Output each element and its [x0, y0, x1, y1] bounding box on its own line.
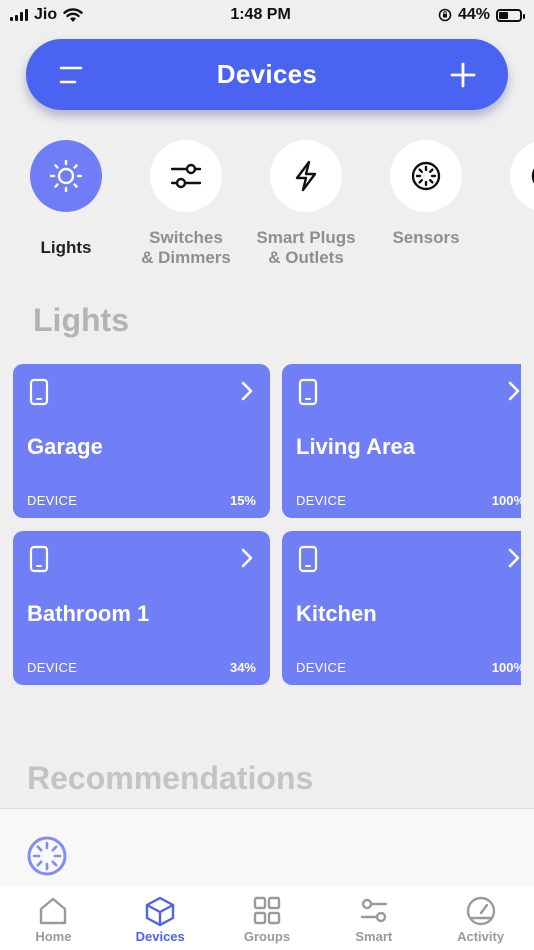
device-level: 100% — [491, 493, 521, 508]
category-air[interactable]: Ai — [486, 140, 534, 248]
device-type: DEVICE — [27, 493, 78, 508]
recommendations-title: Recommendations — [27, 760, 314, 796]
gauge-icon — [466, 896, 495, 926]
wifi-icon — [63, 7, 83, 22]
category-label: Ai — [486, 228, 534, 248]
status-right: 44% — [438, 6, 525, 24]
category-circle — [270, 140, 342, 212]
device-name: Garage — [27, 434, 103, 459]
chevron-right-icon — [241, 381, 253, 401]
cube-icon — [145, 896, 175, 926]
device-name: Kitchen — [296, 601, 377, 626]
phone-icon — [29, 545, 49, 573]
add-device-button[interactable] — [448, 60, 478, 90]
device-card-kitchen[interactable]: Kitchen DEVICE 100% — [282, 531, 521, 685]
tab-label: Groups — [243, 929, 291, 944]
menu-icon — [59, 66, 83, 83]
tab-activity[interactable]: Activity — [427, 886, 534, 950]
signal-icon — [10, 9, 28, 21]
sensor-icon — [411, 161, 441, 191]
device-level: 34% — [229, 660, 256, 675]
toggles-icon — [360, 898, 387, 923]
battery-icon — [496, 8, 525, 22]
category-circle — [150, 140, 222, 212]
app-header: Devices — [26, 39, 508, 110]
status-bar: Jio 1:48 PM 44% — [0, 0, 534, 30]
tab-label: Home — [35, 929, 72, 944]
category-switches[interactable]: Switches & Dimmers — [126, 140, 246, 268]
category-scroller[interactable]: Lights Switches & Dimmers Smart Plugs & … — [0, 140, 534, 280]
tab-label: Devices — [135, 929, 185, 944]
device-name: Living Area — [296, 434, 415, 459]
tab-devices[interactable]: Devices — [107, 886, 214, 950]
category-label: Smart Plugs & Outlets — [256, 228, 356, 267]
air-icon — [531, 168, 534, 184]
chevron-right-icon — [241, 548, 253, 568]
dial-icon[interactable] — [26, 835, 68, 877]
status-left: Jio — [10, 6, 83, 24]
tab-groups[interactable]: Groups — [214, 886, 321, 950]
chevron-right-icon — [508, 548, 520, 568]
orientation-lock-icon — [438, 8, 452, 22]
category-circle — [390, 140, 462, 212]
page-title: Devices — [216, 59, 318, 89]
category-lights[interactable]: Lights — [6, 140, 126, 258]
category-label: Lights — [40, 238, 92, 257]
phone-icon — [298, 378, 318, 406]
device-level: 100% — [491, 660, 521, 675]
bolt-icon — [295, 160, 317, 192]
device-level: 15% — [229, 493, 256, 508]
lights-section-title: Lights — [33, 302, 129, 338]
tab-home[interactable]: Home — [0, 886, 107, 950]
sliders-icon — [170, 163, 202, 189]
category-smart-plugs[interactable]: Smart Plugs & Outlets — [246, 140, 366, 268]
category-label: Sensors — [392, 228, 460, 247]
device-card-garage[interactable]: Garage DEVICE 15% — [13, 364, 270, 518]
plus-icon — [450, 62, 476, 87]
category-circle — [30, 140, 102, 212]
grid-icon — [253, 896, 281, 925]
recommendations-panel — [0, 808, 534, 888]
home-icon — [40, 897, 67, 925]
device-card-bathroom-1[interactable]: Bathroom 1 DEVICE 34% — [13, 531, 270, 685]
device-type: DEVICE — [27, 660, 78, 675]
category-sensors[interactable]: Sensors — [366, 140, 486, 248]
battery-percent: 44% — [457, 6, 490, 23]
bottom-tab-bar: Home Devices Groups Smart Activity — [0, 886, 534, 950]
device-card-living-area[interactable]: Living Area DEVICE 100% — [282, 364, 521, 518]
category-label: Switches & Dimmers — [141, 228, 231, 267]
phone-icon — [298, 545, 318, 573]
chevron-right-icon — [508, 381, 520, 401]
tab-label: Smart — [355, 929, 393, 944]
menu-button[interactable] — [56, 60, 86, 90]
category-circle — [510, 140, 534, 212]
device-type: DEVICE — [296, 660, 347, 675]
device-type: DEVICE — [296, 493, 347, 508]
status-time: 1:48 PM — [230, 6, 291, 23]
carrier-label: Jio — [34, 6, 58, 23]
tab-smart[interactable]: Smart — [320, 886, 427, 950]
phone-icon — [29, 378, 49, 406]
device-name: Bathroom 1 — [27, 601, 150, 626]
sun-icon — [49, 159, 83, 193]
tab-label: Activity — [457, 929, 505, 944]
